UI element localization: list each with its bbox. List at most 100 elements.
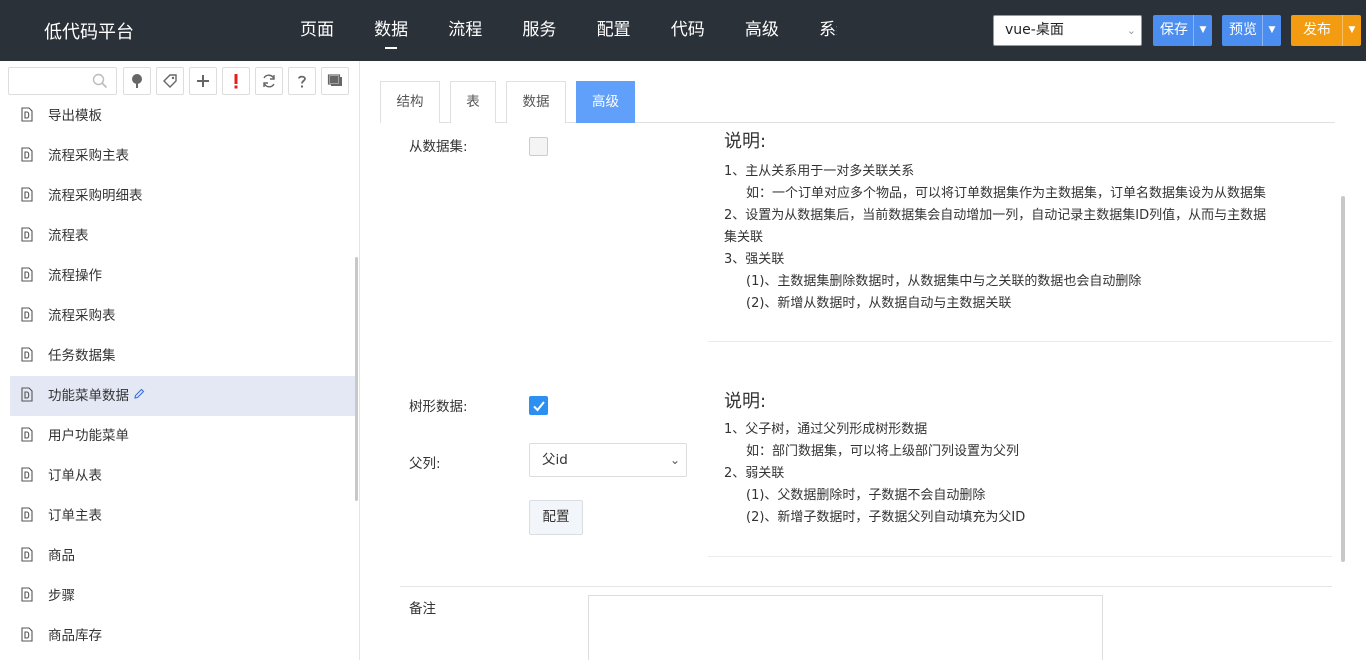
description-line: 集关联 [724,230,764,245]
nav-system[interactable]: 系统 [819,0,837,61]
publish-button-group: 发布 ▼ [1291,15,1361,46]
description-line: 如：一个订单对应多个物品，可以将订单数据集作为主数据集，订单名数据集设为从数据集 [746,186,1267,201]
copy-icon [327,74,342,86]
tree-item[interactable]: 流程采购主表 [10,136,355,176]
tree-item[interactable]: 流程操作 [10,256,355,296]
document-icon [21,466,33,482]
refresh-button[interactable] [255,67,283,95]
sidebar-scrollbar[interactable] [355,257,358,501]
tree-item-label: 用户功能菜单 [48,428,129,444]
description-line: 2、设置为从数据集后，当前数据集会自动增加一列，自动记录主数据集ID列值，从而与… [724,208,1267,223]
sidebar: 导出模板流程采购主表流程采购明细表 流程表流程操作流程采购表任务数据集功能菜单数据… [0,61,360,660]
tab-data[interactable]: 数据 [506,81,566,123]
section-divider [708,556,1332,557]
tree-item-label: 导出模板 [48,108,102,124]
preview-dropdown-caret-icon[interactable]: ▼ [1262,15,1281,46]
save-button-group: 保存 ▼ [1153,15,1212,46]
tree-item-label: 流程表 [48,228,89,244]
document-icon [21,626,33,642]
nav-advanced[interactable]: 高级 [745,0,779,61]
tree-item[interactable]: 流程采购明细表 [10,176,355,216]
tree-item-label: 任务数据集 [48,348,116,364]
document-icon [21,226,33,242]
document-icon [21,546,33,562]
document-icon [21,426,33,442]
tree-item[interactable]: 步骤 [10,576,355,616]
warning-button[interactable] [222,67,250,95]
save-button[interactable]: 保存 [1153,15,1193,46]
refresh-icon [263,74,275,88]
tree-item[interactable]: 功能菜单数据 [10,376,355,416]
from-dataset-checkbox[interactable] [529,137,548,156]
chevron-down-icon: ⌄ [1126,24,1136,37]
description-line: (2)、新增子数据时，子数据父列自动填充为父ID [746,510,1026,525]
main-nav: 页面 数据 流程 服务 配置 代码 高级 系统 [300,0,837,61]
tree-item[interactable]: 订单从表 [10,456,355,496]
add-button[interactable] [189,67,217,95]
nav-service[interactable]: 服务 [522,0,556,61]
remark-textarea[interactable] [588,595,1103,660]
document-icon [21,106,33,122]
remark-divider [400,586,1332,587]
description-line: (2)、新增从数据时，从数据自动与主数据关联 [746,296,1012,311]
tag-button[interactable] [156,67,184,95]
help-button[interactable] [288,67,316,95]
pencil-icon[interactable] [133,388,145,400]
tree-icon [132,74,142,88]
nav-data[interactable]: 数据 [374,0,408,61]
tree-item-label: 功能菜单数据 [48,388,129,404]
platform-select-value: vue-桌面 [1005,22,1064,38]
main-scrollbar[interactable] [1341,196,1345,562]
description-line: (1)、父数据删除时，子数据不会自动删除 [746,488,986,503]
tree-item[interactable]: 流程表 [10,216,355,256]
tree-item[interactable]: 商品 [10,536,355,576]
tab-structure[interactable]: 结构 [380,81,440,123]
parent-column-select[interactable]: 父id ⌄ [529,443,687,477]
preview-button-group: 预览 ▼ [1222,15,1281,46]
top-bar: 低代码平台 页面 数据 流程 服务 配置 代码 高级 系统 vue-桌面 ⌄ 保… [0,0,1366,61]
document-icon [21,506,33,522]
description-line: 1、父子树，通过父列形成树形数据 [724,422,928,437]
nav-config[interactable]: 配置 [597,0,631,61]
search-input[interactable] [8,67,117,95]
tree-item-label: 流程操作 [48,268,102,284]
dataset-tree: 导出模板流程采购主表流程采购明细表 流程表流程操作流程采购表任务数据集功能菜单数据… [10,103,355,660]
publish-button[interactable]: 发布 [1291,15,1342,46]
tree-item-label: 订单从表 [48,468,102,484]
config-button[interactable]: 配置 [529,500,583,535]
parent-column-value: 父id [542,452,568,468]
nav-code[interactable]: 代码 [671,0,705,61]
tree-item[interactable]: 流程采购表 [10,296,355,336]
document-icon [21,346,33,362]
tree-item[interactable]: 商品库存 [10,616,355,656]
exclamation-icon [234,74,238,89]
tree-item[interactable]: 订单主表 [10,496,355,536]
tree-item-label: 流程采购表 [48,308,116,324]
copy-button[interactable] [321,67,349,95]
sidebar-toolbar [8,67,353,97]
description-title-1: 说明: [724,131,767,152]
tree-item[interactable]: 任务数据集 [10,336,355,376]
preview-button[interactable]: 预览 [1222,15,1262,46]
document-icon [21,146,33,162]
tree-data-checkbox[interactable] [529,396,548,415]
main-content: 结构 表 数据 高级 从数据集: 说明: 1、主从关系用于一对多关联关系 如：一… [361,61,1366,660]
nav-process[interactable]: 流程 [448,0,482,61]
tree-item-label: 商品 [48,548,75,564]
tree-item-label: 流程采购明细表 [48,188,143,204]
tree-data-label: 树形数据: [409,399,468,415]
publish-dropdown-caret-icon[interactable]: ▼ [1342,15,1361,46]
description-line: 3、强关联 [724,252,785,267]
tree-item-label: 步骤 [48,588,75,604]
question-icon [298,75,306,88]
tree-item[interactable]: 导出模板 [10,103,355,136]
tab-table[interactable]: 表 [450,81,496,123]
platform-select[interactable]: vue-桌面 ⌄ [993,15,1142,46]
app-title: 低代码平台 [44,22,134,43]
tree-item[interactable]: 用户功能菜单 [10,416,355,456]
tab-advanced[interactable]: 高级 [576,81,635,123]
save-dropdown-caret-icon[interactable]: ▼ [1193,15,1212,46]
tree-icon-button[interactable] [123,67,151,95]
document-icon [21,386,33,402]
nav-page[interactable]: 页面 [300,0,334,61]
